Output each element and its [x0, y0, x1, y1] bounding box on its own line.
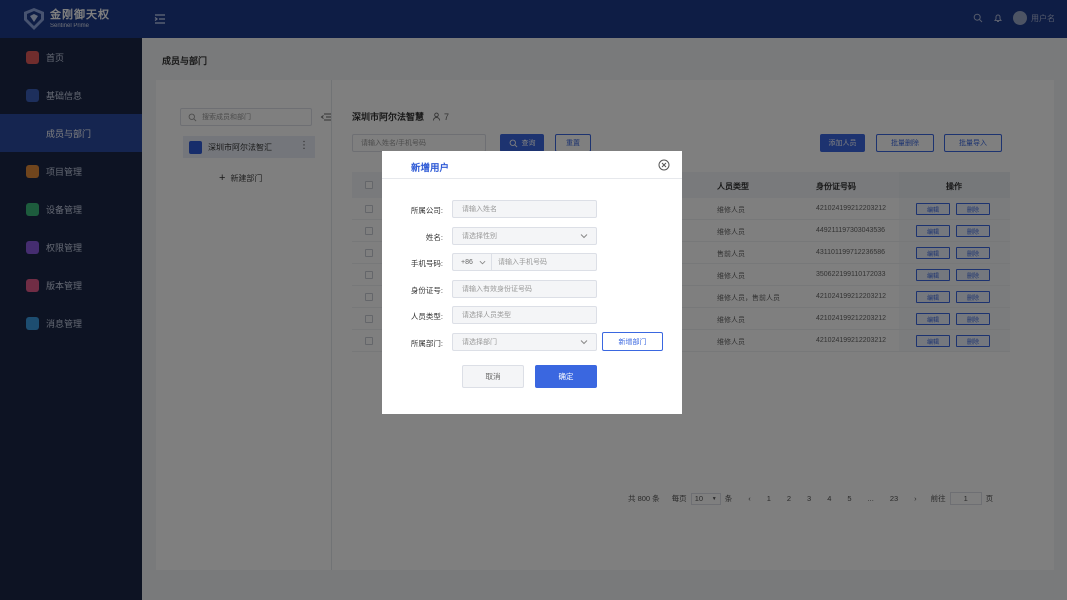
cancel-button[interactable]: 取消: [462, 365, 524, 388]
member-type-select[interactable]: 请选择人员类型: [452, 306, 597, 324]
new-dept-button-label: 新增部门: [618, 338, 647, 346]
dialog-title: 新增用户: [411, 163, 450, 174]
phone-row: 手机号码: +86 请输入手机号码: [382, 253, 682, 271]
name-label: 姓名:: [425, 233, 443, 242]
dept-row: 所属部门: 请选择部门 新增部门: [382, 332, 682, 351]
phone-label: 手机号码:: [410, 259, 443, 268]
id-row: 身份证号: 请输入有效身份证号码: [382, 280, 682, 298]
dept-placeholder: 请选择部门: [462, 339, 497, 346]
company-input[interactable]: 请输入姓名: [452, 200, 597, 218]
close-icon[interactable]: [658, 159, 670, 171]
name-row: 姓名: 请选择性别: [382, 227, 682, 245]
dept-select[interactable]: 请选择部门: [452, 333, 597, 351]
company-placeholder: 请输入姓名: [462, 206, 497, 213]
cancel-label: 取消: [485, 372, 501, 381]
dept-label: 所属部门:: [410, 339, 443, 348]
country-code-select[interactable]: +86: [452, 253, 492, 271]
confirm-button[interactable]: 确定: [535, 365, 597, 388]
id-number-input[interactable]: 请输入有效身份证号码: [452, 280, 597, 298]
phone-placeholder: 请输入手机号码: [498, 259, 547, 266]
company-label: 所属公司:: [410, 206, 443, 215]
phone-input[interactable]: 请输入手机号码: [491, 253, 597, 271]
id-label: 身份证号:: [410, 286, 443, 295]
country-code-value: +86: [461, 258, 473, 266]
member-type-row: 人员类型: 请选择人员类型: [382, 306, 682, 324]
chevron-down-icon: [479, 260, 486, 265]
new-dept-button[interactable]: 新增部门: [602, 332, 663, 351]
add-user-dialog: 新增用户 所属公司: 请输入姓名 姓名: 请选择性别 手机号码: +86 请输入…: [382, 151, 682, 414]
company-row: 所属公司: 请输入姓名: [382, 200, 682, 218]
name-select[interactable]: 请选择性别: [452, 227, 597, 245]
confirm-label: 确定: [558, 372, 574, 381]
name-placeholder: 请选择性别: [462, 233, 497, 240]
dialog-header: 新增用户: [382, 151, 682, 179]
member-type-placeholder: 请选择人员类型: [462, 312, 511, 319]
chevron-down-icon: [580, 234, 588, 239]
chevron-down-icon: [580, 340, 588, 345]
id-placeholder: 请输入有效身份证号码: [462, 286, 532, 293]
member-type-label: 人员类型:: [410, 312, 443, 321]
